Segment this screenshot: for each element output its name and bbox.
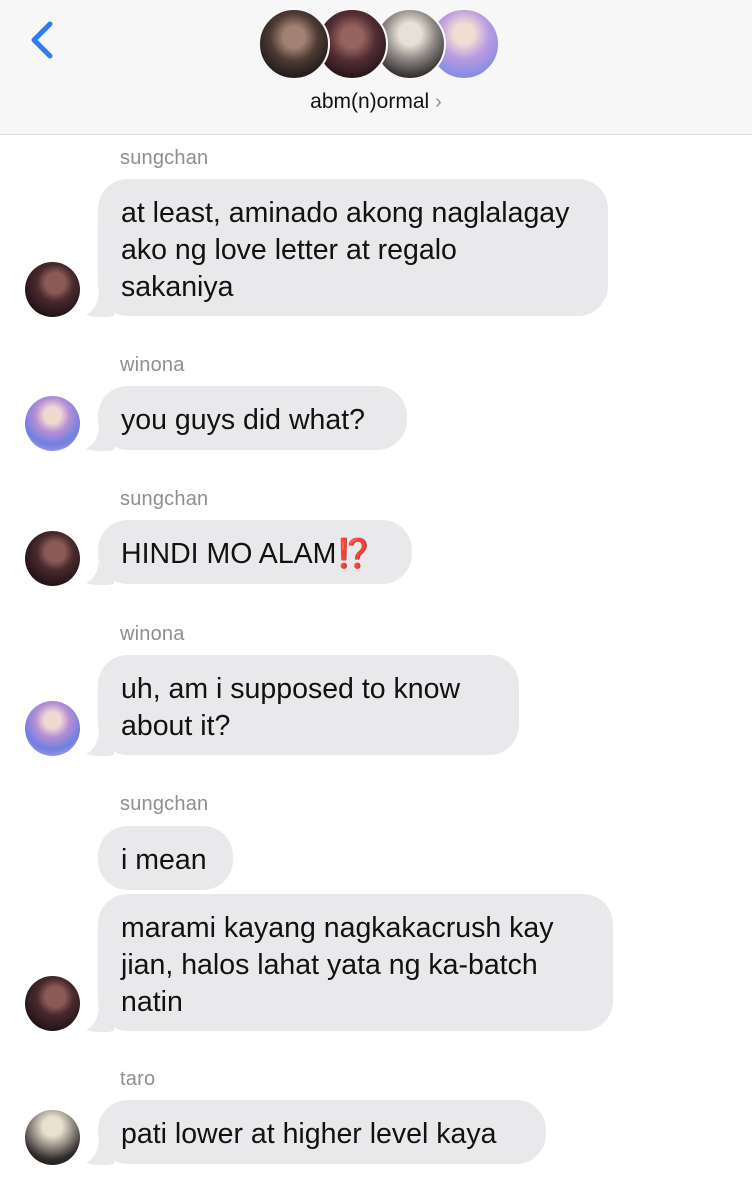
sender-name: taro [120, 1068, 156, 1090]
message-text: HINDI MO ALAM⁉️ [121, 538, 372, 570]
message-bubble[interactable]: pati lower at higher level kaya [98, 1100, 546, 1164]
group-name-label: abm(n)ormal [310, 90, 430, 113]
message-text: jian, halos lahat yata ng ka-batch [121, 949, 538, 981]
avatar[interactable] [25, 1110, 80, 1165]
conversation-header: abm(n)ormal › [0, 0, 752, 135]
sender-name: sungchan [120, 488, 209, 510]
sender-name: sungchan [120, 147, 209, 169]
avatar[interactable] [25, 531, 80, 586]
message-text: i mean [121, 844, 207, 876]
chevron-right-icon: › [435, 91, 442, 113]
message-bubble[interactable]: at least, aminado akong naglalagay ako n… [98, 179, 608, 316]
bubble-tail [86, 422, 114, 452]
message-bubble[interactable]: HINDI MO ALAM⁉️ [98, 520, 412, 584]
avatar[interactable] [25, 396, 80, 451]
message-bubble[interactable]: you guys did what? [98, 386, 407, 450]
sender-name: winona [120, 354, 185, 376]
message-text: about it? [121, 710, 231, 742]
sender-name: sungchan [120, 793, 209, 815]
group-name-button[interactable]: abm(n)ormal › [0, 90, 752, 114]
message-text: ako ng love letter at regalo [121, 234, 457, 266]
message-bubble[interactable]: marami kayang nagkakacrush kay jian, hal… [98, 894, 613, 1031]
avatar[interactable] [25, 262, 80, 317]
bubble-tail [86, 1003, 114, 1033]
message-bubble[interactable]: i mean [98, 826, 233, 890]
bubble-tail [86, 556, 114, 586]
avatar [258, 8, 330, 80]
message-text: natin [121, 986, 183, 1018]
bubble-tail [86, 288, 114, 318]
message-text: pati lower at higher level kaya [121, 1118, 497, 1150]
message-text: uh, am i supposed to know [121, 673, 461, 705]
message-bubble[interactable]: uh, am i supposed to know about it? [98, 655, 519, 755]
message-text: at least, aminado akong naglalagay [121, 197, 570, 229]
message-text: sakaniya [121, 271, 234, 303]
bubble-tail [86, 1136, 114, 1166]
message-text: you guys did what? [121, 404, 365, 436]
avatar[interactable] [25, 976, 80, 1031]
group-avatar-stack[interactable] [258, 8, 500, 82]
message-text: marami kayang nagkakacrush kay [121, 912, 554, 944]
chevron-left-icon[interactable] [26, 18, 62, 62]
sender-name: winona [120, 623, 185, 645]
avatar[interactable] [25, 701, 80, 756]
bubble-tail [86, 727, 114, 757]
